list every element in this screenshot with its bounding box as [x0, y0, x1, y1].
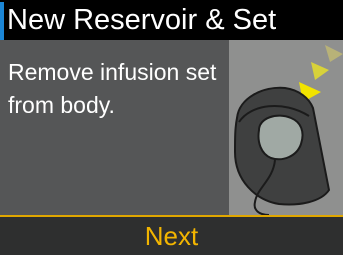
title-accent-bar	[0, 2, 4, 40]
remove-infusion-set-icon	[229, 40, 343, 215]
instruction-message: Remove infusion set from body.	[8, 59, 217, 118]
title-bar: New Reservoir & Set	[0, 0, 343, 40]
footer-bar: Next	[0, 217, 343, 255]
pump-screen: New Reservoir & Set Remove infusion set …	[0, 0, 343, 255]
next-button[interactable]: Next	[0, 217, 343, 255]
screen-title: New Reservoir & Set	[7, 4, 277, 36]
